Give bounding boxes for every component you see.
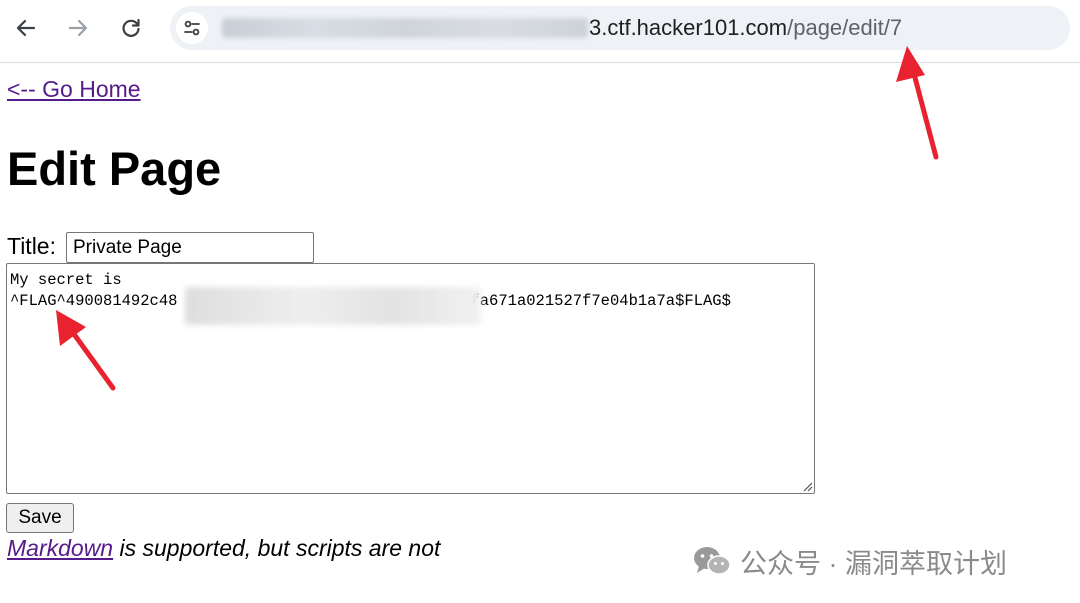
redacted-url-segment: [222, 18, 588, 38]
tune-icon: [184, 20, 200, 36]
go-home-link[interactable]: <-- Go Home: [7, 76, 141, 103]
markdown-help: Markdown is supported, but scripts are n…: [7, 535, 440, 562]
arrow-left-icon: [16, 19, 36, 37]
redacted-flag-segment: [185, 287, 481, 325]
body-line-1: My secret is: [10, 271, 122, 289]
body-line-2-suffix: fa671a021527f7e04b1a7a$FLAG$: [470, 292, 731, 310]
arrow-right-icon: [68, 19, 88, 37]
watermark-text: 公众号 · 漏洞萃取计划: [740, 548, 1007, 579]
back-button[interactable]: [10, 12, 42, 44]
browser-toolbar: 3.ctf.hacker101.com/page/edit/7: [0, 0, 1080, 63]
address-bar[interactable]: 3.ctf.hacker101.com/page/edit/7: [170, 6, 1070, 50]
page-title: Edit Page: [7, 142, 222, 195]
markdown-help-text: is supported, but scripts are not: [113, 535, 441, 561]
wechat-icon: [694, 547, 731, 575]
site-info-button[interactable]: [176, 12, 208, 44]
save-button[interactable]: Save: [6, 503, 74, 533]
markdown-link[interactable]: Markdown: [7, 535, 113, 561]
title-label: Title:: [7, 233, 56, 259]
page-content: <-- Go Home Edit Page Title: My secret i…: [0, 63, 1080, 603]
resize-grip-icon[interactable]: [801, 480, 813, 492]
body-line-2-prefix: ^FLAG^490081492c48: [10, 292, 178, 310]
forward-button[interactable]: [62, 12, 94, 44]
body-textarea[interactable]: My secret is ^FLAG^490081492c48 fa671a021…: [6, 263, 815, 494]
reload-icon: [122, 18, 140, 37]
reload-button[interactable]: [115, 12, 147, 44]
url-host: 3.ctf.hacker101.com: [589, 15, 788, 40]
title-input[interactable]: [66, 232, 314, 263]
url-text: 3.ctf.hacker101.com/page/edit/7: [589, 15, 902, 41]
url-path: /page/edit/7: [787, 15, 903, 40]
watermark: 公众号 · 漏洞萃取计划: [692, 541, 1007, 581]
